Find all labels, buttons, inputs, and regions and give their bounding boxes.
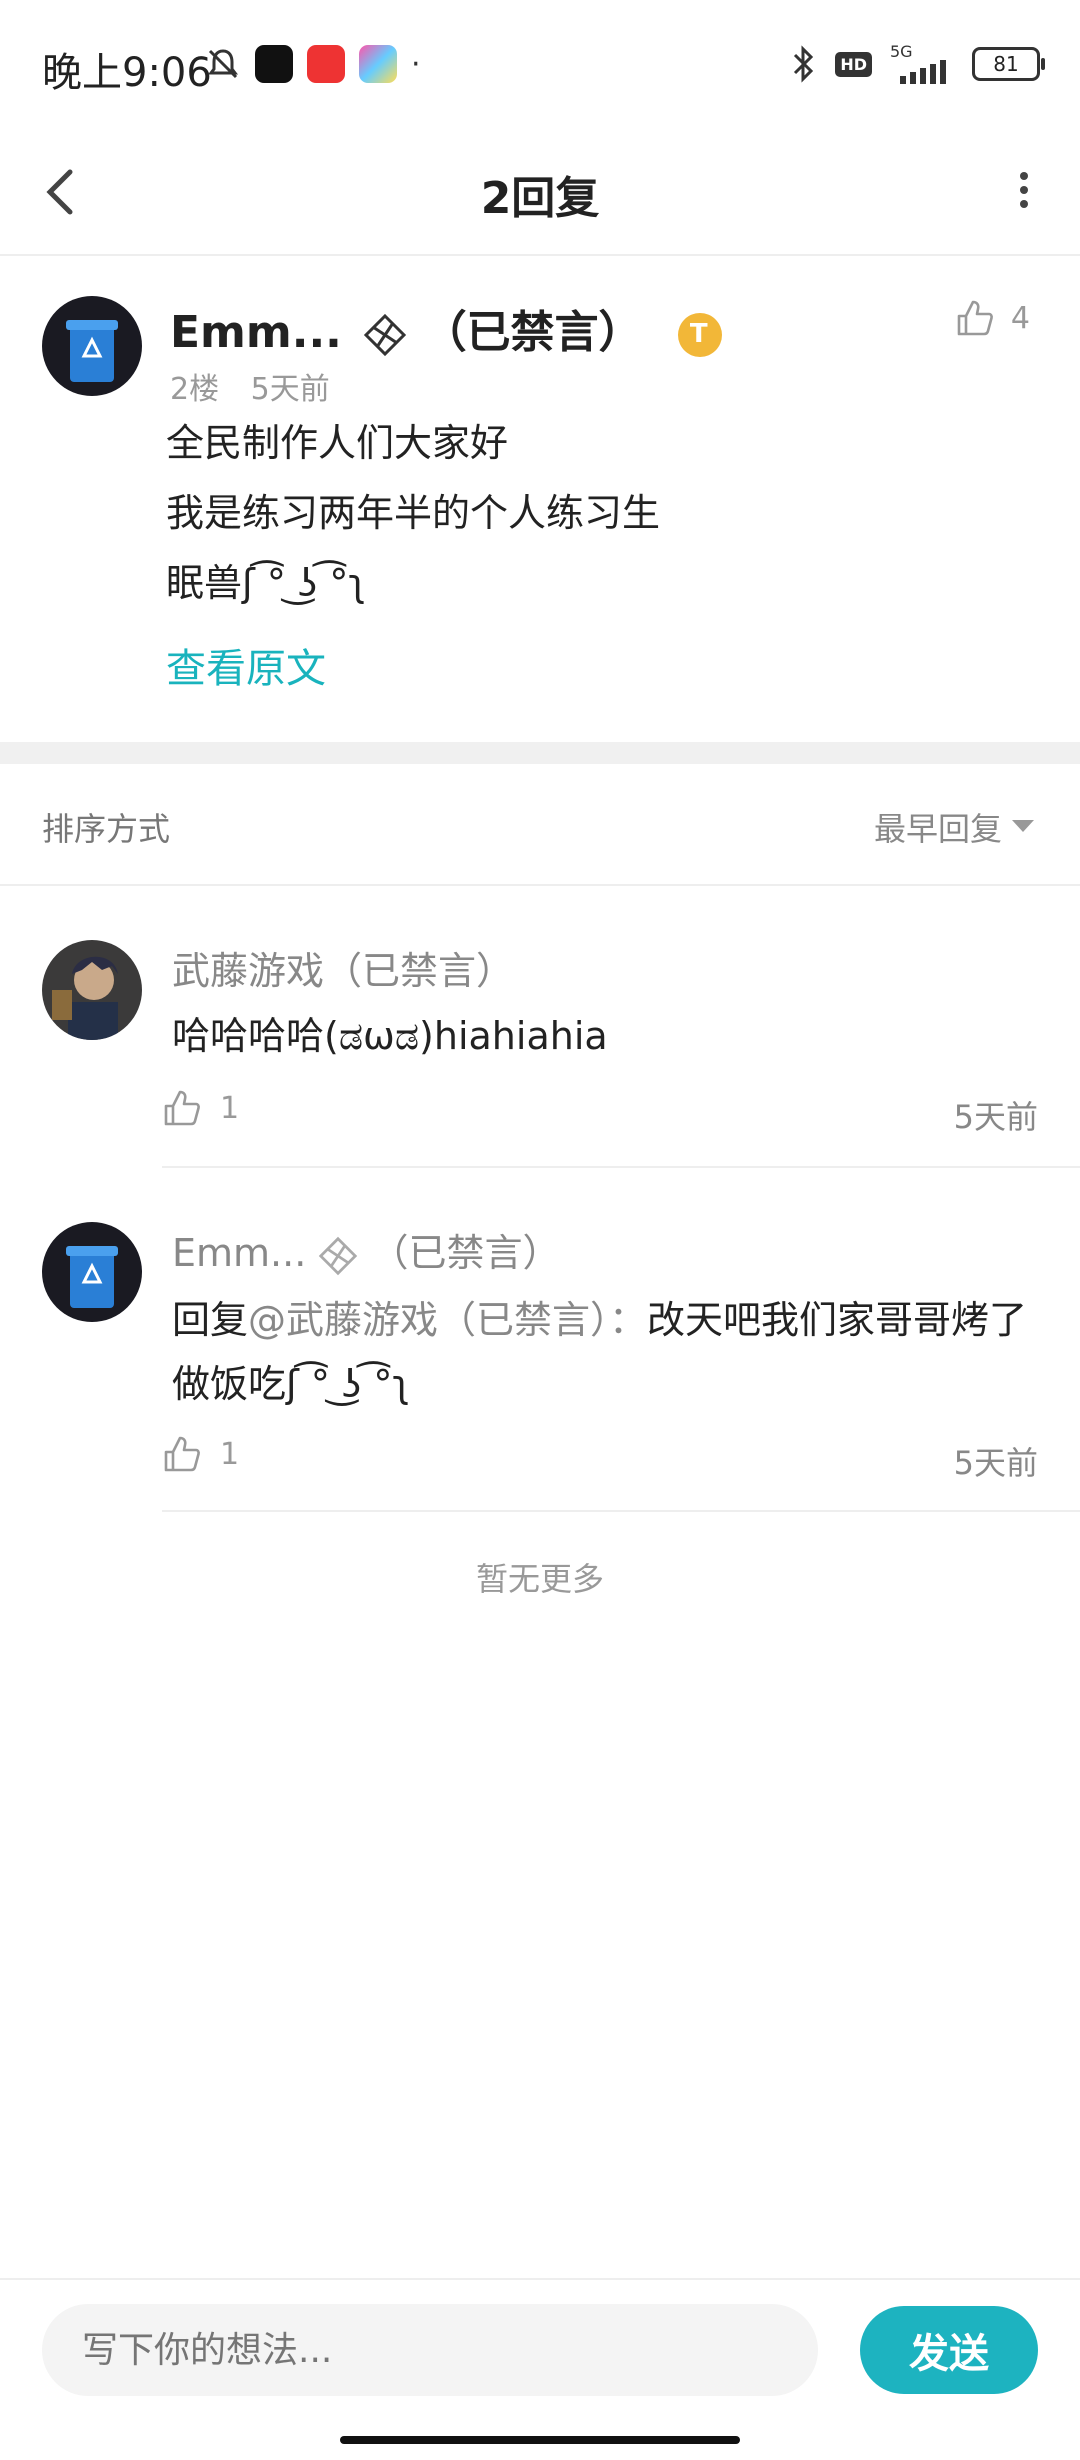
avatar[interactable] [42,1222,142,1322]
muted-emblem-icon [318,1236,358,1276]
username: Emm... [172,1231,307,1275]
signal-icon: 5G [890,44,954,84]
post-author[interactable]: Emm... （已禁言） T [170,296,722,360]
muted-tag: （已禁言） [370,1231,561,1275]
home-indicator[interactable] [340,2436,740,2444]
reply-item: Emm... （已禁言） 回复@武藤游戏（已禁言）：改天吧我们家哥哥烤了做饭吃ʃ… [0,1222,1080,1512]
reply-separator [162,1510,1080,1512]
like-count: 4 [1010,300,1030,336]
reply-like-button[interactable]: 1 [162,1088,239,1128]
sort-dropdown[interactable]: 最早回复 [874,804,1002,850]
app-icon [359,45,397,83]
hd-badge: HD [835,51,872,77]
post-meta: 2楼 5天前 [170,364,330,408]
reply-time: 5天前 [953,1098,1038,1136]
view-original-link[interactable]: 查看原文 [166,636,326,694]
reply-author[interactable]: 武藤游戏（已禁言） [172,940,514,995]
avatar-trashcan-icon [42,1222,142,1322]
post-time: 5天前 [250,372,330,407]
send-button[interactable]: 发送 [860,2306,1038,2394]
post-line-2: 我是练习两年半的个人练习生 [166,491,661,535]
section-divider [0,742,1080,764]
reply-mention-link[interactable]: @武藤游戏（已禁言）： [248,1298,647,1342]
tiktok-icon [255,45,293,83]
reply-text: 回复@武藤游戏（已禁言）：改天吧我们家哥哥烤了做饭吃ʃ ͡° ͜ʖ ͡°ʅ [172,1288,1032,1416]
thumbs-up-icon [957,300,993,336]
reply-item: 武藤游戏（已禁言） 哈哈哈哈(ಡωಡ)hiahiahia 1 5天前 [0,940,1080,1168]
more-options-button[interactable] [994,150,1054,230]
bell-muted-icon [208,49,238,79]
avatar[interactable] [42,940,142,1040]
sort-bar: 排序方式 最早回复 [0,764,1080,886]
status-right: HD 5G 81 [791,44,1045,84]
post-line-1: 全民制作人们大家好 [166,421,509,465]
reply-like-count: 1 [220,1090,240,1126]
thumbs-up-icon [164,1090,200,1126]
comment-composer: 发送 [0,2278,1080,2420]
battery-level: 81 [993,52,1019,76]
thumbs-up-icon [164,1436,200,1472]
floor-number: 2楼 [170,372,220,407]
more-vertical-icon [1020,172,1028,208]
reply-text: 哈哈哈哈(ಡωಡ)hiahiahia [172,1014,608,1058]
username: Emm... [170,307,342,358]
reply-author[interactable]: Emm... （已禁言） [172,1222,560,1277]
network-label: 5G [890,42,913,61]
status-bar: 晚上9:06 · HD 5G 81 [0,0,1080,130]
netease-music-icon [307,45,345,83]
like-button[interactable]: 4 [955,298,1030,338]
page-title: 2回复 [480,173,600,224]
sort-label: 排序方式 [42,810,171,848]
top-nav: 2回复 [0,130,1080,256]
notification-icons: · [205,44,421,84]
avatar-trashcan-icon [42,296,142,396]
bluetooth-icon [794,45,814,83]
muted-tag: （已禁言） [422,307,643,358]
muted-emblem-icon [363,313,407,357]
main-post: Emm... （已禁言） T 2楼 5天前 4 全民制作人们大家好 我是练习两年… [0,256,1080,742]
reply-like-button[interactable]: 1 [162,1434,239,1474]
avatar[interactable] [42,296,142,396]
comment-input[interactable] [42,2304,818,2396]
post-line-3: 眠兽ʃ ͡° ͜ʖ ͡°ʅ [166,561,366,605]
status-time: 晚上9:06 [42,50,212,96]
avatar-anime-icon [42,940,142,1040]
reply-prefix: 回复 [172,1298,249,1342]
level-badge-icon: T [677,313,722,357]
caret-down-icon[interactable] [1012,820,1034,832]
battery-icon: 81 [972,47,1045,81]
more-dot-icon: · [411,46,421,82]
reply-time: 5天前 [953,1444,1038,1482]
reply-separator [162,1166,1080,1168]
no-more-label: 暂无更多 [475,1560,604,1598]
reply-like-count: 1 [220,1436,240,1472]
